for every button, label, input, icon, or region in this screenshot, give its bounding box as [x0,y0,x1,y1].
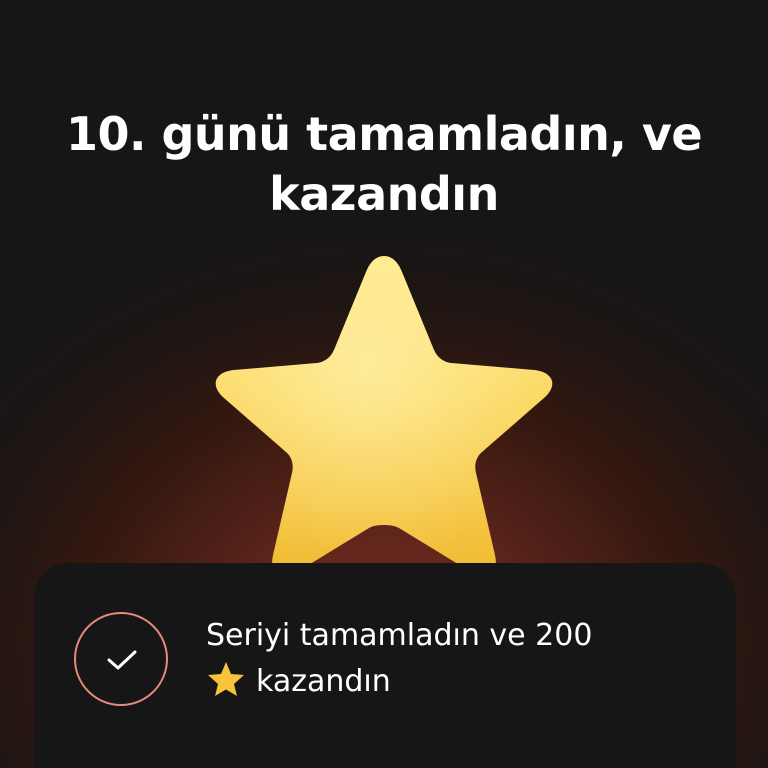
success-toast: Seriyi tamamladın ve 200 kazandın [34,563,736,768]
reward-screen: 10. günü tamamladın, ve kazandın Seriyi … [0,0,768,768]
star-icon [206,660,246,698]
title-line-2: kazandın [269,167,499,221]
toast-message: Seriyi tamamladın ve 200 kazandın [206,613,706,705]
checkmark-icon [74,612,168,706]
toast-message-line-1: Seriyi tamamladın ve 200 [206,618,593,653]
page-title: 10. günü tamamladın, ve kazandın [24,104,744,224]
reward-star-icon [196,246,572,586]
toast-message-line-2: kazandın [256,664,391,699]
title-line-1: 10. günü tamamladın, ve [65,107,703,161]
